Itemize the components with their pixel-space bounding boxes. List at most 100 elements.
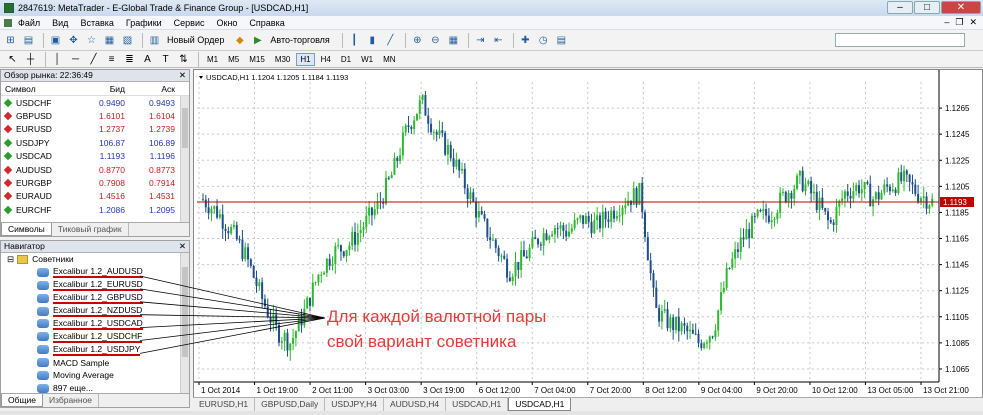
menu-insert[interactable]: Вставка bbox=[80, 18, 113, 28]
document-icon[interactable] bbox=[4, 18, 12, 27]
table-row[interactable]: EURUSD 1.2737 1.2739 bbox=[1, 123, 189, 136]
timeframe-m5[interactable]: M5 bbox=[224, 53, 243, 66]
table-row[interactable]: EURAUD 1.4516 1.4531 bbox=[1, 190, 189, 203]
meta-editor-icon[interactable]: ◆ bbox=[232, 33, 247, 48]
timeframe-m15[interactable]: M15 bbox=[245, 53, 269, 66]
menu-tools[interactable]: Сервис bbox=[174, 18, 205, 28]
column-bid[interactable]: Бид bbox=[79, 84, 125, 94]
profiles-icon[interactable]: ▤ bbox=[21, 33, 36, 48]
zoom-out-icon[interactable]: ⊖ bbox=[428, 33, 443, 48]
menu-help[interactable]: Справка bbox=[249, 18, 284, 28]
tab-common[interactable]: Общие bbox=[1, 394, 43, 407]
tab-favorites[interactable]: Избранное bbox=[43, 394, 100, 407]
indicators-icon[interactable]: ✚ bbox=[518, 33, 533, 48]
trendline-icon[interactable]: ╱ bbox=[86, 52, 101, 67]
mdi-minimize-icon[interactable]: – bbox=[944, 17, 949, 28]
expert-item[interactable]: Excalibur 1.2_EURUSD bbox=[1, 279, 189, 292]
navigator-icon[interactable]: ☆ bbox=[84, 33, 99, 48]
maximize-button[interactable]: □ bbox=[914, 1, 940, 14]
expert-item[interactable]: Excalibur 1.2_AUDUSD bbox=[1, 266, 189, 279]
channel-icon[interactable]: ≡ bbox=[104, 52, 119, 67]
fibonacci-icon[interactable]: ≣ bbox=[122, 52, 137, 67]
table-row[interactable]: USDCHF 0.9490 0.9493 bbox=[1, 96, 189, 109]
expert-item[interactable]: MACD Sample bbox=[1, 356, 189, 369]
search-input[interactable] bbox=[835, 33, 965, 47]
timeframe-h1[interactable]: H1 bbox=[296, 52, 315, 66]
bar-chart-icon[interactable]: ┃ bbox=[347, 33, 362, 48]
chart-tab[interactable]: USDCAD,H1 bbox=[508, 398, 572, 411]
chart-tab[interactable]: AUDUSD,H4 bbox=[384, 398, 447, 411]
autoscroll-icon[interactable]: ⇥ bbox=[473, 33, 488, 48]
expert-item[interactable]: Excalibur 1.2_GBPUSD bbox=[1, 292, 189, 305]
column-ask[interactable]: Аск bbox=[125, 84, 175, 94]
expert-item[interactable]: Excalibur 1.2_USDJPY bbox=[1, 343, 189, 356]
menu-window[interactable]: Окно bbox=[217, 18, 238, 28]
mdi-close-icon[interactable]: ✕ bbox=[969, 17, 977, 28]
chart-tab[interactable]: USDJPY,H4 bbox=[325, 398, 384, 411]
mdi-restore-icon[interactable]: ❐ bbox=[955, 17, 963, 28]
column-symbol[interactable]: Символ bbox=[1, 84, 79, 94]
folder-experts[interactable]: ⊟ Советники bbox=[1, 253, 189, 266]
candle-chart-icon[interactable]: ▮ bbox=[365, 33, 380, 48]
new-order-icon[interactable]: ▥ bbox=[147, 33, 162, 48]
chart-tab[interactable]: USDCAD,H1 bbox=[446, 398, 509, 411]
data-window-icon[interactable]: ✥ bbox=[66, 33, 81, 48]
menu-charts[interactable]: Графики bbox=[126, 18, 162, 28]
close-icon[interactable]: ✕ bbox=[179, 70, 186, 81]
new-chart-icon[interactable]: ⊞ bbox=[3, 33, 18, 48]
crosshair-icon[interactable]: ┼ bbox=[23, 52, 38, 67]
collapse-icon[interactable]: ⊟ bbox=[7, 254, 14, 265]
vertical-line-icon[interactable]: │ bbox=[50, 52, 65, 67]
chart-tab[interactable]: GBPUSD,Daily bbox=[255, 398, 326, 411]
autotrade-icon[interactable]: ▶ bbox=[250, 33, 265, 48]
table-row[interactable]: USDCAD 1.1193 1.1196 bbox=[1, 150, 189, 163]
tile-windows-icon[interactable]: ▦ bbox=[446, 33, 461, 48]
candle-body bbox=[525, 256, 528, 259]
table-row[interactable]: AUDUSD 0.8770 0.8773 bbox=[1, 163, 189, 176]
timeframe-d1[interactable]: D1 bbox=[337, 53, 355, 66]
expert-item[interactable]: Moving Average bbox=[1, 369, 189, 382]
chart-shift-icon[interactable]: ⇤ bbox=[491, 33, 506, 48]
table-row[interactable]: EURGBP 0.7908 0.7914 bbox=[1, 176, 189, 189]
table-row[interactable]: GBPUSD 1.6101 1.6104 bbox=[1, 109, 189, 122]
timeframe-w1[interactable]: W1 bbox=[357, 53, 377, 66]
market-watch-scrollbar[interactable] bbox=[180, 96, 189, 222]
expert-item[interactable]: Excalibur 1.2_USDCHF bbox=[1, 330, 189, 343]
tab-tick-chart[interactable]: Тиковый график bbox=[52, 223, 129, 236]
timeframe-h4[interactable]: H4 bbox=[317, 53, 335, 66]
horizontal-line-icon[interactable]: ─ bbox=[68, 52, 83, 67]
chart-window[interactable]: 1.1265 1.1245 1.1225 1.1205 1.1185 1.1165 1.11… bbox=[193, 69, 983, 398]
candle-body bbox=[714, 330, 717, 338]
price-chart[interactable]: 1.1265 1.1245 1.1225 1.1205 1.1185 1.1165 1.11… bbox=[194, 70, 982, 397]
tester-icon[interactable]: ▧ bbox=[120, 33, 135, 48]
templates-icon[interactable]: ▤ bbox=[554, 33, 569, 48]
market-watch-icon[interactable]: ▣ bbox=[48, 33, 63, 48]
expert-item[interactable]: Excalibur 1.2_NZDUSD bbox=[1, 305, 189, 318]
close-icon[interactable]: ✕ bbox=[179, 241, 186, 252]
timeframe-m30[interactable]: M30 bbox=[271, 53, 295, 66]
minimize-button[interactable]: – bbox=[887, 1, 913, 14]
text-tool-icon[interactable]: A bbox=[140, 52, 155, 67]
line-chart-icon[interactable]: ╱ bbox=[383, 33, 398, 48]
terminal-icon[interactable]: ▦ bbox=[102, 33, 117, 48]
candle-body bbox=[311, 282, 314, 306]
timeframe-mn[interactable]: MN bbox=[379, 53, 399, 66]
zoom-in-icon[interactable]: ⊕ bbox=[410, 33, 425, 48]
timeframe-m1[interactable]: M1 bbox=[203, 53, 222, 66]
menu-file[interactable]: Файл bbox=[18, 18, 40, 28]
navigator-scrollbar[interactable] bbox=[180, 253, 189, 393]
tab-symbols[interactable]: Символы bbox=[1, 223, 52, 236]
autotrade-button[interactable]: Авто-торговля bbox=[270, 35, 329, 45]
expert-item[interactable]: Excalibur 1.2_USDCAD bbox=[1, 317, 189, 330]
table-row[interactable]: EURCHF 1.2086 1.2095 bbox=[1, 203, 189, 216]
menu-view[interactable]: Вид bbox=[52, 18, 68, 28]
new-order-button[interactable]: Новый Ордер bbox=[167, 35, 224, 45]
close-button[interactable]: ✕ bbox=[941, 1, 981, 14]
chart-tab[interactable]: EURUSD,H1 bbox=[193, 398, 256, 411]
label-tool-icon[interactable]: T bbox=[158, 52, 173, 67]
candle-body bbox=[905, 170, 908, 175]
cursor-icon[interactable]: ↖ bbox=[5, 52, 20, 67]
periods-icon[interactable]: ◷ bbox=[536, 33, 551, 48]
table-row[interactable]: USDJPY 106.87 106.89 bbox=[1, 136, 189, 149]
arrows-icon[interactable]: ⇅ bbox=[176, 52, 191, 67]
